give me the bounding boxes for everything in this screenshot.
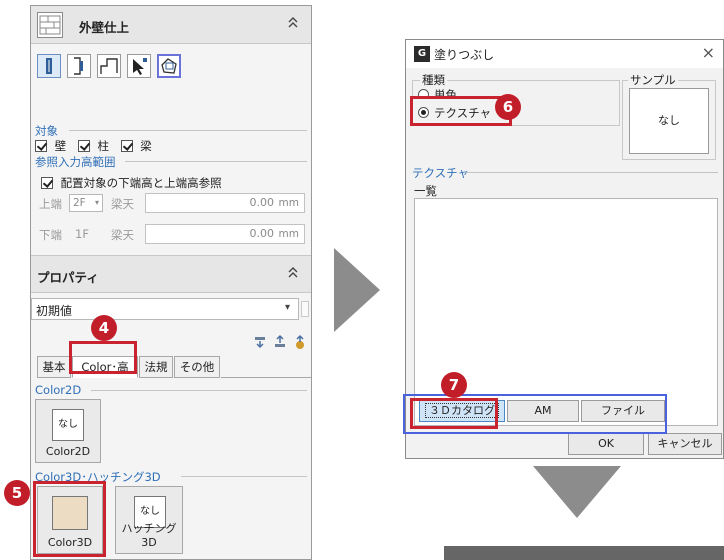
brick-wall-icon bbox=[37, 12, 63, 38]
step-5-highlight bbox=[33, 481, 106, 557]
top-floor-select[interactable]: 2F ▾ bbox=[69, 194, 103, 212]
step-4-badge: 4 bbox=[91, 315, 117, 341]
cancel-button[interactable]: キャンセル bbox=[648, 433, 722, 455]
ok-button[interactable]: OK bbox=[568, 433, 644, 455]
single-wall-tool-button[interactable] bbox=[37, 54, 61, 78]
top-height-value: 0.00 bbox=[249, 196, 275, 209]
ok-label: OK bbox=[598, 437, 614, 450]
sample-preview: なし bbox=[629, 88, 709, 154]
bottom-ref-label: 梁天 bbox=[111, 228, 134, 242]
top-height-unit: mm bbox=[278, 197, 299, 209]
solid-radio-button[interactable] bbox=[418, 89, 429, 96]
column-checkbox-label: 柱 bbox=[97, 139, 109, 153]
divider bbox=[466, 172, 718, 173]
wall-checkbox-label: 壁 bbox=[54, 139, 67, 153]
wall-finish-title: 外壁仕上 bbox=[79, 20, 130, 35]
tab-regulation[interactable]: 法規 bbox=[139, 356, 173, 378]
divider bbox=[181, 476, 307, 477]
height-ref-checkbox-label: 配置対象の下端高と上端高参照 bbox=[60, 176, 222, 190]
divider bbox=[125, 161, 307, 162]
properties-title: プロパティ bbox=[37, 270, 99, 285]
polyline-tool-button[interactable] bbox=[97, 54, 121, 78]
step-5-badge: 5 bbox=[4, 480, 30, 506]
top-height-field[interactable]: 0.00 mm bbox=[145, 193, 305, 213]
tab-basic[interactable]: 基本 bbox=[37, 356, 71, 378]
bottom-height-field[interactable]: 0.00 mm bbox=[145, 224, 305, 244]
dialog-titlebar: G 塗りつぶし × bbox=[406, 40, 723, 68]
solid-radio[interactable]: 単色 bbox=[418, 87, 457, 96]
step-6-badge: 6 bbox=[495, 94, 521, 120]
sample-group-label: サンプル bbox=[628, 72, 678, 88]
tab-regulation-label: 法規 bbox=[144, 360, 168, 374]
cancel-label: キャンセル bbox=[657, 437, 713, 450]
bottom-label: 下端 bbox=[39, 228, 62, 242]
export-up-icon bbox=[275, 334, 285, 347]
texture-section-label: テクスチャ bbox=[412, 166, 470, 180]
bottom-height-value: 0.00 bbox=[249, 227, 275, 240]
solid-radio-label: 単色 bbox=[434, 88, 457, 96]
beam-checkbox[interactable] bbox=[120, 140, 133, 152]
tab-basic-label: 基本 bbox=[42, 360, 66, 374]
close-icon[interactable]: × bbox=[702, 43, 715, 62]
chevron-down-icon: ▾ bbox=[284, 302, 290, 313]
properties-header[interactable]: プロパティ bbox=[31, 255, 311, 293]
top-label: 上端 bbox=[39, 197, 62, 211]
chevron-down-icon: ▾ bbox=[94, 198, 99, 207]
step-4-highlight bbox=[69, 341, 137, 374]
wall-side-tool-button[interactable] bbox=[67, 54, 91, 78]
bottom-floor-value: 1F bbox=[75, 227, 89, 241]
import-down-icon bbox=[255, 337, 265, 349]
beam-checkbox-label: 梁 bbox=[140, 139, 152, 153]
divider bbox=[91, 390, 307, 391]
top-floor-value: 2F bbox=[73, 197, 86, 209]
dialog-title: 塗りつぶし bbox=[434, 48, 495, 62]
collapse-chevron-icon[interactable] bbox=[287, 15, 299, 33]
step-7-badge: 7 bbox=[441, 372, 467, 398]
preset-value: 初期値 bbox=[36, 304, 73, 318]
list-label: 一覧 bbox=[414, 184, 437, 198]
color2d-swatch: なし bbox=[52, 409, 84, 441]
arrow-right-icon bbox=[334, 248, 380, 332]
divider bbox=[69, 130, 307, 131]
arrow-down-icon bbox=[533, 466, 621, 518]
tab-other[interactable]: その他 bbox=[174, 356, 220, 378]
step-7-highlight bbox=[410, 398, 498, 429]
height-ref-option: 配置対象の下端高と上端高参照 bbox=[41, 175, 222, 191]
color2d-group-label: Color2D bbox=[35, 383, 82, 397]
hatching3d-caption: ハッチング3D bbox=[121, 522, 177, 549]
wall-checkbox[interactable] bbox=[35, 140, 47, 152]
tool-panel: 外壁仕上 対象 壁 柱 梁 参照入力高範囲 配置対象の下端高と上端高参照 上端 … bbox=[30, 5, 312, 560]
area-tool-button[interactable] bbox=[157, 54, 181, 78]
tab-other-label: その他 bbox=[179, 360, 215, 374]
app-icon: G bbox=[414, 46, 430, 62]
tab-baseline bbox=[221, 377, 311, 378]
color2d-caption: Color2D bbox=[45, 445, 91, 458]
color2d-button[interactable]: なし Color2D bbox=[35, 399, 101, 463]
preset-select[interactable]: 初期値 ▾ bbox=[31, 298, 299, 320]
property-toolbar bbox=[253, 334, 311, 353]
kind-group-label: 種類 bbox=[420, 72, 447, 88]
column-checkbox[interactable] bbox=[77, 140, 90, 152]
pin-icon bbox=[296, 334, 304, 349]
hatching3d-button[interactable]: なし ハッチング3D bbox=[115, 486, 183, 554]
target-label: 対象 bbox=[35, 124, 58, 138]
height-ref-label: 参照入力高範囲 bbox=[35, 155, 116, 169]
target-options: 壁 柱 梁 bbox=[35, 138, 152, 154]
list-view-icon[interactable] bbox=[301, 301, 309, 317]
bottom-height-unit: mm bbox=[278, 228, 299, 240]
top-ref-label: 梁天 bbox=[111, 197, 134, 211]
height-ref-checkbox[interactable] bbox=[41, 177, 53, 189]
next-panel-edge bbox=[444, 546, 724, 560]
pointer-tool-button[interactable] bbox=[127, 54, 151, 78]
collapse-chevron-icon[interactable] bbox=[287, 265, 299, 283]
wall-finish-header[interactable]: 外壁仕上 bbox=[31, 6, 311, 44]
